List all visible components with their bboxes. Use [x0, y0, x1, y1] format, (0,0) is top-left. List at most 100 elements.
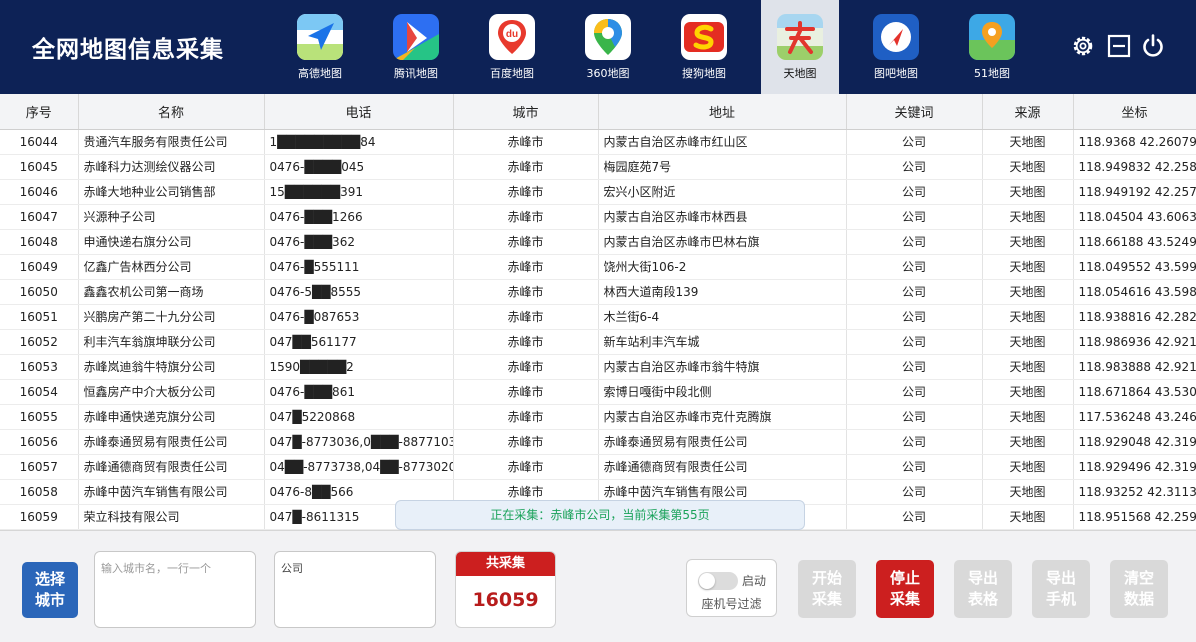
city-input[interactable]	[94, 551, 256, 628]
select-city-button[interactable]: 选择 城市	[22, 562, 78, 618]
table-cell: 赤峰市	[453, 254, 599, 280]
table-row[interactable]: 16046 赤峰大地种业公司销售部 15██████391 赤峰市 宏兴小区附近 公司 天地…	[0, 179, 1196, 205]
table-cell: 赤峰市	[453, 404, 599, 430]
table-row[interactable]: 16054 恒鑫房产中介大板分公司 0476-███861 赤峰市 索博日嘎街中段北侧公…	[0, 379, 1196, 405]
table-row[interactable]: 16056 赤峰泰通贸易有限责任公司 047█-8773036,0███-88771…	[0, 429, 1196, 455]
table-row[interactable]: 16051 兴鹏房产第二十九分公司 0476-█087653 赤峰市 木兰街6-4 公司天…	[0, 304, 1196, 330]
tab-sogou-map[interactable]: 搜狗地图	[665, 0, 743, 94]
table-cell: 荣立科技有限公司	[78, 504, 265, 530]
table-cell: 118.049552 43.599608	[1073, 254, 1196, 280]
table-cell: 16056	[0, 429, 79, 455]
tab-amap[interactable]: 高德地图	[281, 0, 359, 94]
control-panel: 选择 城市 公司 共采集 16059 启动 座机号过滤 开始 采集 停止 采集 …	[0, 530, 1196, 642]
table-cell: 公司	[846, 479, 983, 505]
table-cell: 公司	[846, 404, 983, 430]
start-collect-button[interactable]: 开始 采集	[798, 560, 856, 618]
table-cell: 兴源种子公司	[78, 204, 265, 230]
toggle-knob	[699, 573, 715, 589]
results-table-area[interactable]: 序号 名称 电话 城市 地址 关键词 来源 坐标 16044 贵通汽车服务有限责任…	[0, 94, 1196, 530]
header-bar: 全网地图信息采集 高德地图 腾讯地图 du 百度地图 360地图 搜狗地图 天地…	[0, 0, 1196, 94]
column-header[interactable]: 名称	[78, 94, 265, 130]
table-cell: 天地图	[982, 329, 1074, 355]
column-header[interactable]: 来源	[982, 94, 1074, 130]
table-cell: 0476-███362	[264, 229, 454, 255]
export-phone-button[interactable]: 导出 手机	[1032, 560, 1090, 618]
tab-label: 搜狗地图	[682, 67, 726, 80]
column-header[interactable]: 坐标	[1073, 94, 1196, 130]
table-cell: 天地图	[982, 404, 1074, 430]
table-cell: 饶州大街106-2	[598, 254, 847, 280]
table-cell: 118.9368 42.260792	[1073, 129, 1196, 155]
table-cell: 内蒙古自治区赤峰市林西县	[598, 204, 847, 230]
table-cell: 16051	[0, 304, 79, 330]
settings-button[interactable]	[1070, 33, 1096, 59]
tab-tencent-map[interactable]: 腾讯地图	[377, 0, 455, 94]
table-cell: 公司	[846, 154, 983, 180]
table-cell: 0476-████045	[264, 154, 454, 180]
tab-mapbar[interactable]: 图吧地图	[857, 0, 935, 94]
landline-filter-box: 启动 座机号过滤	[686, 559, 777, 617]
table-row[interactable]: 16047 兴源种子公司 0476-███1266 赤峰市 内蒙古自治区赤峰市林西县 公司…	[0, 204, 1196, 230]
table-cell: 118.938816 42.282344	[1073, 304, 1196, 330]
table-cell: 118.93252 42.311308	[1073, 479, 1196, 505]
360-map-icon	[585, 14, 631, 60]
landline-filter-toggle[interactable]	[698, 572, 738, 590]
column-header[interactable]: 城市	[453, 94, 599, 130]
table-cell: 0476-███1266	[264, 204, 454, 230]
table-cell: 16057	[0, 454, 79, 480]
table-row[interactable]: 16048 申通快递右旗分公司 0476-███362 赤峰市 内蒙古自治区赤峰市巴林右…	[0, 229, 1196, 255]
table-cell: 公司	[846, 179, 983, 205]
table-cell: 117.536248 43.246024	[1073, 404, 1196, 430]
table-cell: 天地图	[982, 479, 1074, 505]
stop-collect-button[interactable]: 停止 采集	[876, 560, 934, 618]
close-button[interactable]	[1140, 33, 1166, 59]
minimize-button[interactable]	[1106, 33, 1132, 59]
table-row[interactable]: 16057 赤峰通德商贸有限责任公司 04██-8773738,04██-87730…	[0, 454, 1196, 480]
table-body: 16044 贵通汽车服务有限责任公司 1█████████84 赤峰市 内蒙古自治区赤峰…	[0, 129, 1196, 530]
table-row[interactable]: 16052 利丰汽车翁旗坤联分公司 047██561177 赤峰市 新车站利丰汽车城 公司…	[0, 329, 1196, 355]
tencent-map-icon	[393, 14, 439, 60]
table-row[interactable]: 16055 赤峰申通快递克旗分公司 047█5220868 赤峰市 内蒙古自治区赤峰市克…	[0, 404, 1196, 430]
table-row[interactable]: 16053 赤峰岚迪翁牛特旗分公司 1590█████2 赤峰市 内蒙古自治区赤峰市翁牛…	[0, 354, 1196, 380]
table-cell: 公司	[846, 229, 983, 255]
minimize-icon	[1107, 34, 1131, 58]
total-count-value: 16059	[472, 589, 539, 611]
table-cell: 内蒙古自治区赤峰市红山区	[598, 129, 847, 155]
table-cell: 赤峰市	[453, 354, 599, 380]
table-cell: 公司	[846, 429, 983, 455]
table-row[interactable]: 16045 赤峰科力达测绘仪器公司 0476-████045 赤峰市 梅园庭苑7号 公司天…	[0, 154, 1196, 180]
keyword-input[interactable]: 公司	[274, 551, 436, 628]
table-row[interactable]: 16049 亿鑫广告林西分公司 0476-█555111 赤峰市 饶州大街106-2 公司…	[0, 254, 1196, 280]
table-cell: 赤峰市	[453, 329, 599, 355]
tab-baidu-map[interactable]: du 百度地图	[473, 0, 551, 94]
clear-data-button[interactable]: 清空 数据	[1110, 560, 1168, 618]
table-cell: 赤峰市	[453, 429, 599, 455]
table-cell: 公司	[846, 279, 983, 305]
tab-label: 360地图	[586, 67, 630, 80]
app-title: 全网地图信息采集	[32, 36, 224, 63]
column-header[interactable]: 序号	[0, 94, 79, 130]
column-header[interactable]: 电话	[264, 94, 454, 130]
table-cell: 赤峰市	[453, 304, 599, 330]
export-table-button[interactable]: 导出 表格	[954, 560, 1012, 618]
table-cell: 赤峰岚迪翁牛特旗分公司	[78, 354, 265, 380]
table-cell: 16058	[0, 479, 79, 505]
table-cell: 天地图	[982, 379, 1074, 405]
tab-label: 51地图	[974, 67, 1010, 80]
tab-label: 腾讯地图	[394, 67, 438, 80]
column-header[interactable]: 关键词	[846, 94, 983, 130]
table-cell: 恒鑫房产中介大板分公司	[78, 379, 265, 405]
column-header[interactable]: 地址	[598, 94, 847, 130]
tab-51map[interactable]: 51地图	[953, 0, 1031, 94]
table-row[interactable]: 16050 鑫鑫农机公司第一商场 0476-5██8555 赤峰市 林西大道南段139 公…	[0, 279, 1196, 305]
table-cell: 天地图	[982, 154, 1074, 180]
tab-360-map[interactable]: 360地图	[569, 0, 647, 94]
tab-tianditu[interactable]: 天地图	[761, 0, 839, 94]
table-row[interactable]: 16044 贵通汽车服务有限责任公司 1█████████84 赤峰市 内蒙古自治区赤峰…	[0, 129, 1196, 155]
table-cell: 赤峰科力达测绘仪器公司	[78, 154, 265, 180]
table-cell: 118.929496 42.319688	[1073, 454, 1196, 480]
table-cell: 亿鑫广告林西分公司	[78, 254, 265, 280]
table-cell: 047█-8773036,0███-8877103	[264, 429, 454, 455]
table-cell: 118.949192 42.2576	[1073, 179, 1196, 205]
table-cell: 赤峰市	[453, 129, 599, 155]
